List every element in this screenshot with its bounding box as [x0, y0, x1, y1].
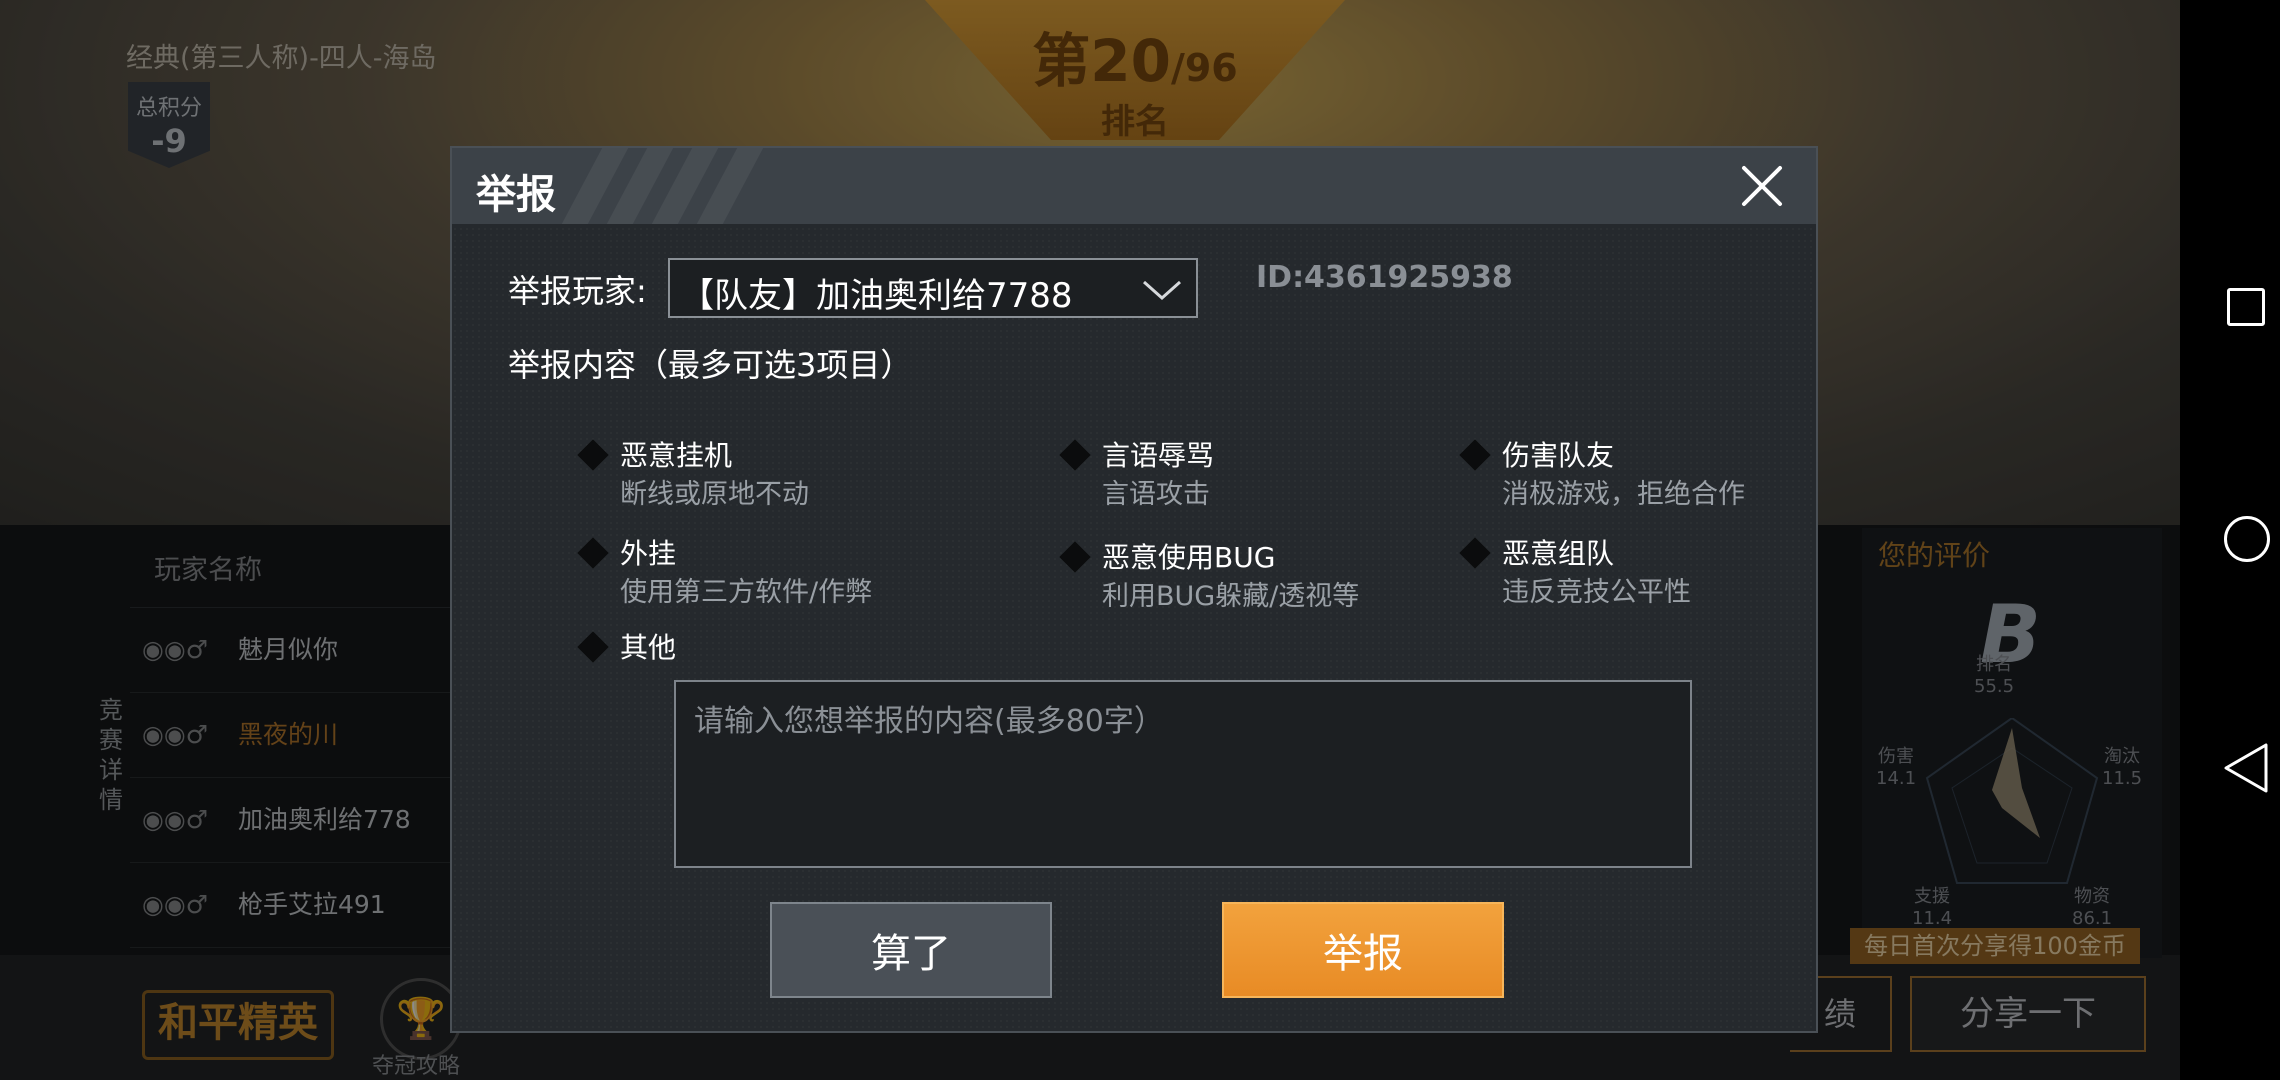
chevron-down-icon [1143, 280, 1181, 301]
diamond-checkbox-icon[interactable] [1059, 439, 1091, 471]
option-desc: 消极游戏，拒绝合作 [1502, 479, 1745, 510]
option-title: 外挂 [620, 537, 677, 570]
option-cheat[interactable]: 外挂 使用第三方软件/作弊 [577, 532, 902, 612]
option-title: 恶意挂机 [620, 439, 733, 472]
option-desc: 使用第三方软件/作弊 [620, 577, 873, 608]
diamond-checkbox-icon[interactable] [577, 439, 609, 471]
report-submit-button[interactable]: 举报 [1222, 902, 1504, 998]
diamond-checkbox-icon[interactable] [1059, 541, 1091, 573]
option-desc: 违反竞技公平性 [1502, 577, 1691, 608]
option-title: 言语辱骂 [1102, 439, 1215, 472]
circle-icon[interactable] [2224, 516, 2270, 562]
report-content-label: 举报内容（最多可选3项目） [508, 346, 913, 384]
option-team-damage[interactable]: 伤害队友 消极游戏，拒绝合作 [1459, 434, 1784, 514]
report-text-input[interactable] [674, 680, 1692, 868]
player-id: ID:4361925938 [1256, 260, 1513, 295]
diamond-checkbox-icon[interactable] [577, 537, 609, 569]
option-desc: 利用BUG躲藏/透视等 [1102, 581, 1360, 612]
report-player-label: 举报玩家: [508, 272, 647, 310]
triangle-back-icon[interactable] [2222, 742, 2270, 794]
close-icon[interactable] [1738, 162, 1786, 210]
option-teaming[interactable]: 恶意组队 违反竞技公平性 [1459, 532, 1784, 612]
option-title: 恶意组队 [1502, 537, 1615, 570]
option-afk[interactable]: 恶意挂机 断线或原地不动 [577, 434, 902, 514]
option-title: 其他 [620, 631, 677, 664]
option-desc: 断线或原地不动 [620, 479, 809, 510]
square-icon[interactable] [2227, 288, 2265, 326]
player-select[interactable]: 【队友】加油奥利给7788 [668, 258, 1198, 318]
diamond-checkbox-icon[interactable] [577, 631, 609, 663]
option-title: 伤害队友 [1502, 439, 1615, 472]
option-bug-abuse[interactable]: 恶意使用BUG 利用BUG躲藏/透视等 [1059, 536, 1384, 616]
dialog-header: 举报 [452, 148, 1816, 224]
option-title: 恶意使用BUG [1102, 541, 1276, 574]
dialog-title: 举报 [476, 172, 556, 218]
option-other[interactable]: 其他 [577, 626, 782, 666]
diamond-checkbox-icon[interactable] [1459, 439, 1491, 471]
option-desc: 言语攻击 [1102, 479, 1210, 510]
diamond-checkbox-icon[interactable] [1459, 537, 1491, 569]
cancel-button[interactable]: 算了 [770, 902, 1052, 998]
report-dialog: 举报 举报玩家: 【队友】加油奥利给7788 ID:4361925938 举报内… [450, 146, 1818, 1033]
player-select-value: 【队友】加油奥利给7788 [680, 276, 1073, 316]
option-verbal-abuse[interactable]: 言语辱骂 言语攻击 [1059, 434, 1384, 514]
